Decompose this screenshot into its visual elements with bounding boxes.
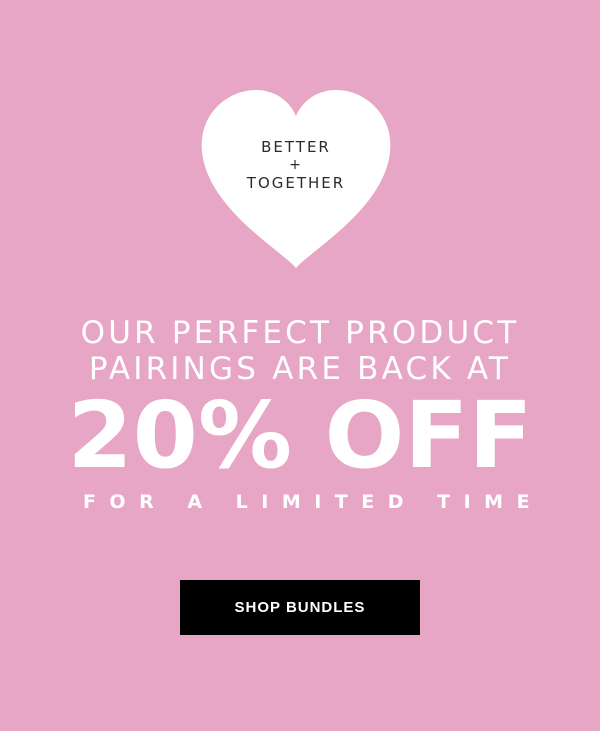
heart-text-together: TOGETHER xyxy=(246,174,346,192)
headline-line-1: OUR PERFECT PRODUCT xyxy=(80,315,520,351)
discount-text: 20% OFF xyxy=(67,382,533,489)
heart-badge: BETTER + TOGETHER xyxy=(198,88,394,270)
limited-time-text: FOR A LIMITED TIME xyxy=(82,491,544,513)
heart-text-better: BETTER xyxy=(261,138,331,156)
promo-page: BETTER + TOGETHER OUR PERFECT PRODUCT PA… xyxy=(0,0,600,731)
shop-bundles-button[interactable]: SHOP BUNDLES xyxy=(180,580,420,635)
heart-text-plus: + xyxy=(289,157,303,173)
